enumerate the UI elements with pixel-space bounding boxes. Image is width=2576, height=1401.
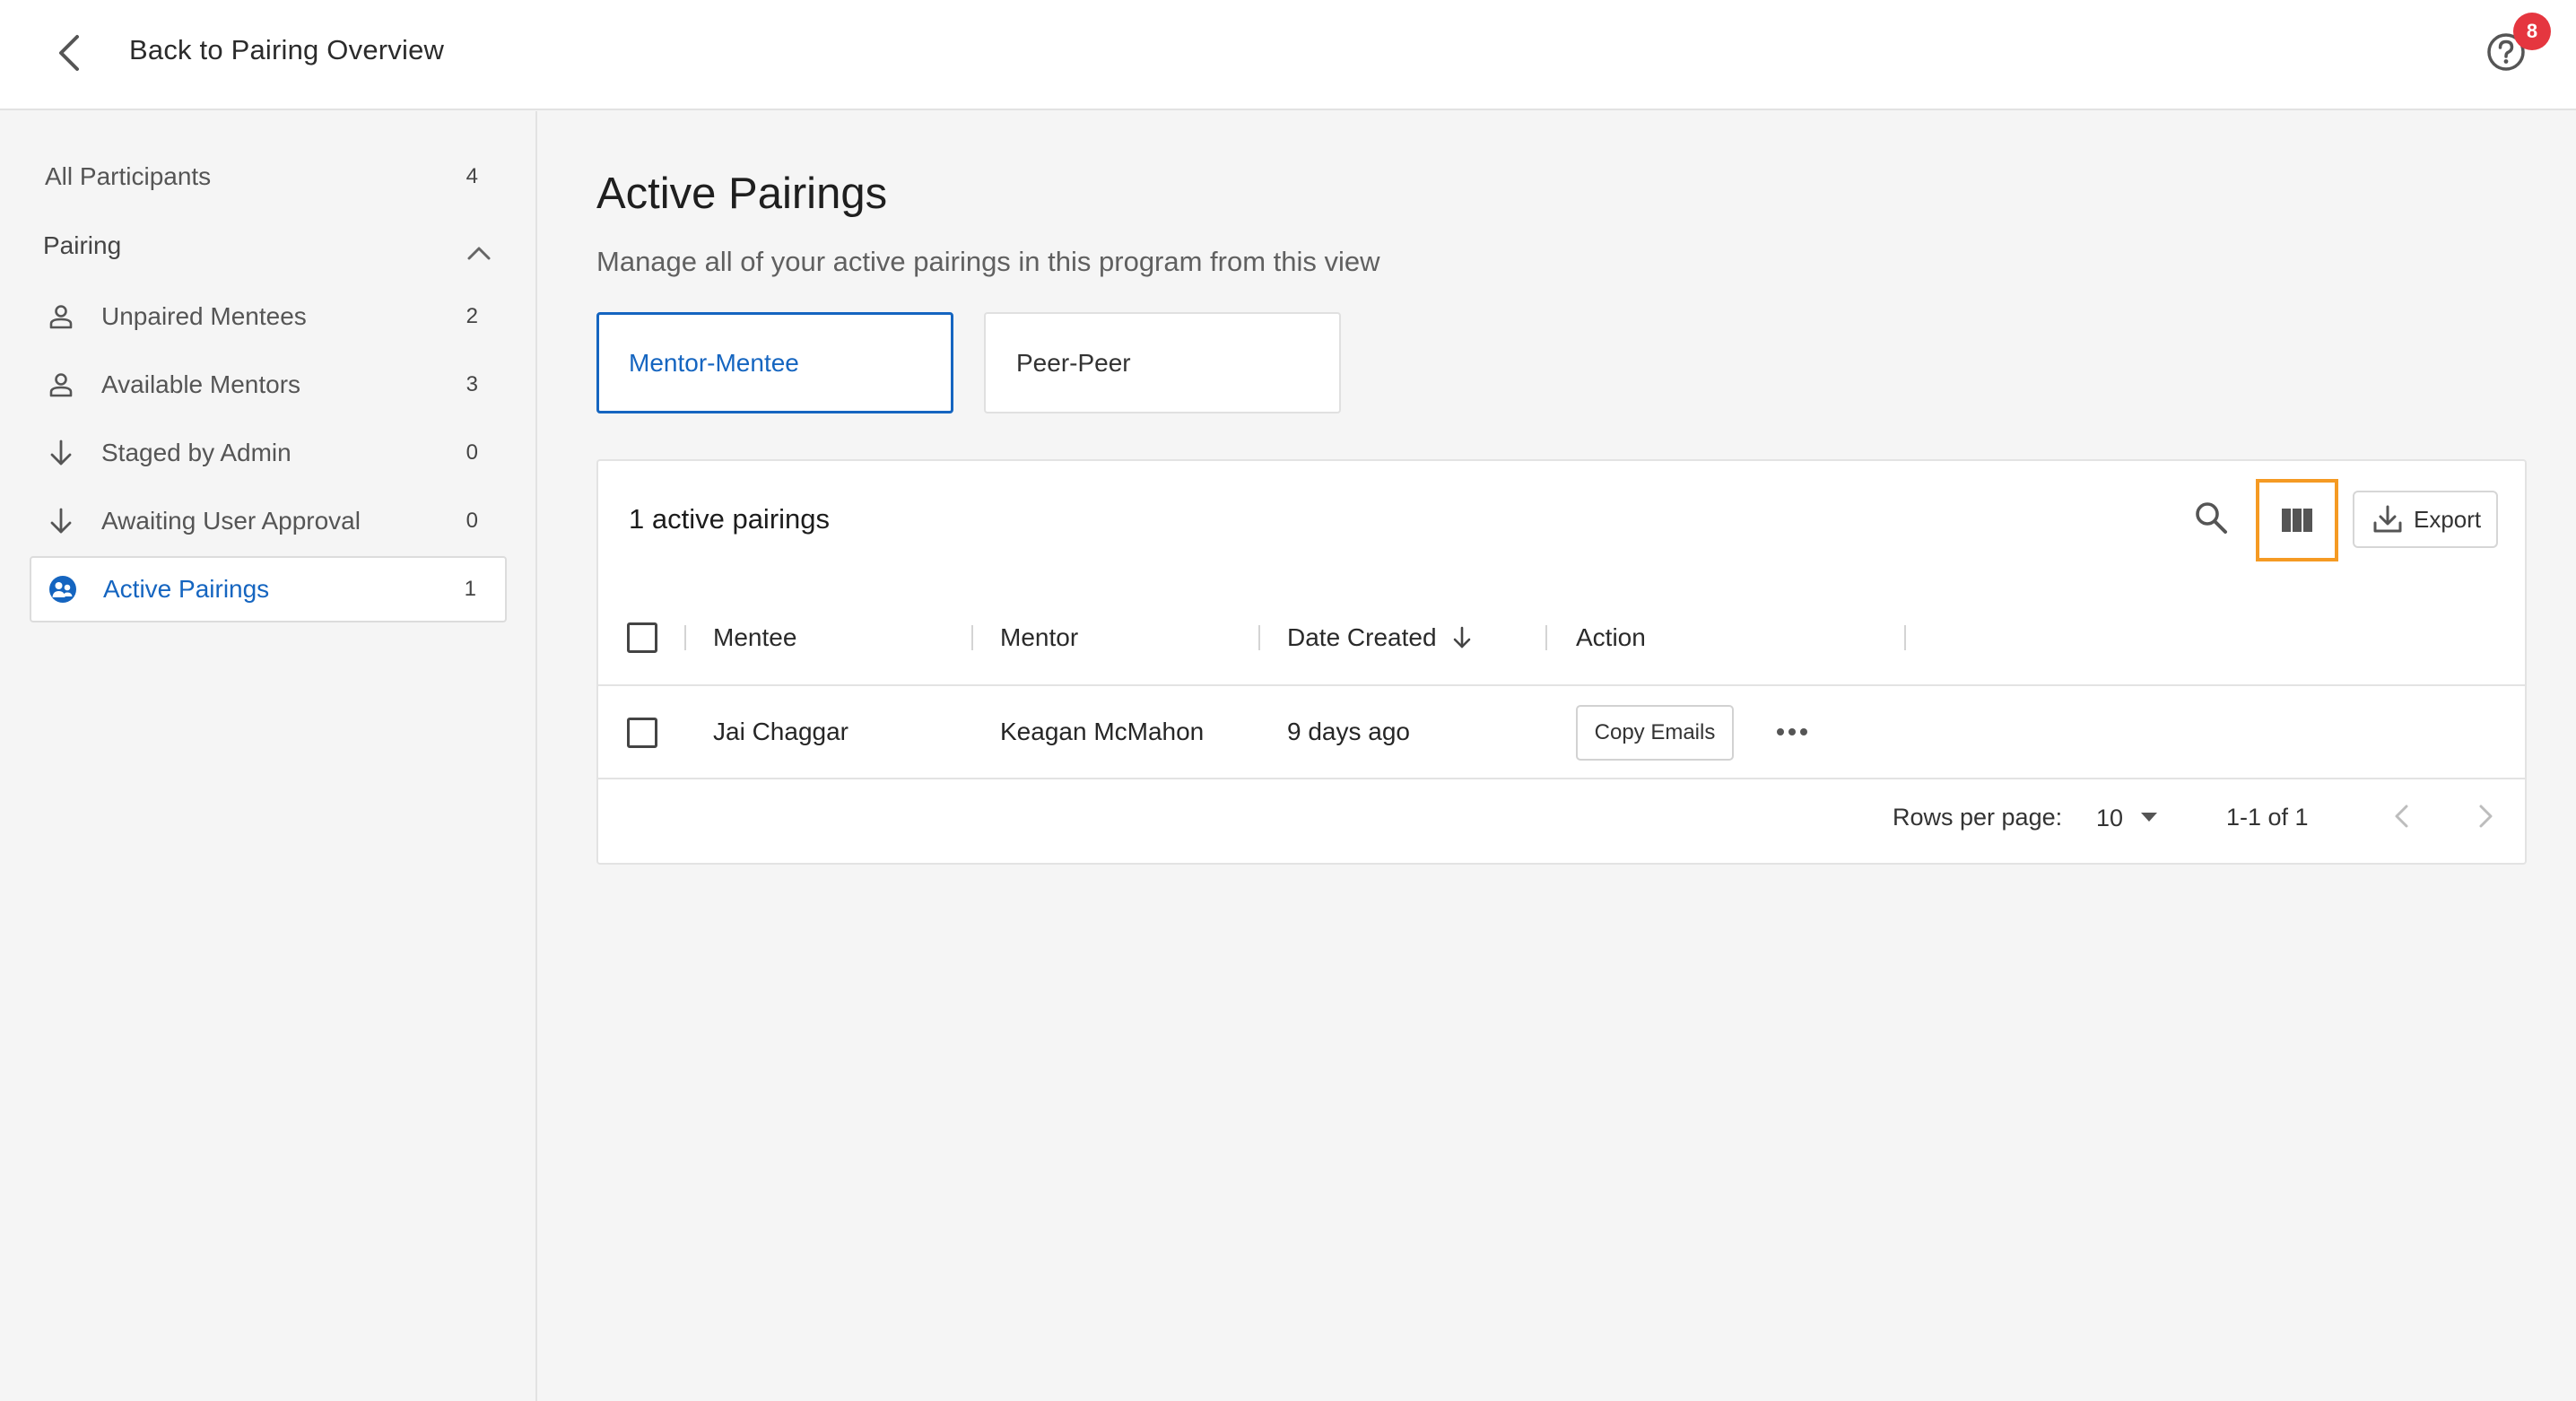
cell-date-created: 9 days ago: [1287, 718, 1410, 745]
export-button[interactable]: Export: [2353, 491, 2498, 548]
download-icon: [2373, 505, 2402, 533]
column-divider: [1904, 625, 1906, 650]
sidebar: All Participants 4 Pairing Unpaired Ment…: [0, 111, 537, 1401]
column-divider: [1545, 625, 1547, 650]
next-page-icon[interactable]: [2468, 798, 2504, 834]
more-options-icon[interactable]: [1770, 709, 1815, 754]
sidebar-item-label: Unpaired Mentees: [101, 302, 307, 330]
sidebar-item-staged-by-admin[interactable]: Staged by Admin 0: [30, 420, 507, 486]
column-header-mentee[interactable]: Mentee: [713, 623, 796, 652]
pagination-range: 1-1 of 1: [2226, 804, 2309, 831]
cell-mentee[interactable]: Jai Chaggar: [713, 718, 849, 746]
page-subtitle: Manage all of your active pairings in th…: [596, 246, 1380, 277]
rows-per-page-value: 10: [2096, 804, 2124, 831]
column-divider: [971, 625, 973, 650]
top-bar: Back to Pairing Overview 8: [0, 0, 2576, 110]
back-to-pairing-overview-link[interactable]: Back to Pairing Overview: [129, 34, 444, 66]
notification-badge: 8: [2513, 13, 2551, 50]
sidebar-item-unpaired-mentees[interactable]: Unpaired Mentees 2: [30, 283, 507, 350]
table-row: Jai Chaggar Keagan McMahon 9 days ago Co…: [598, 686, 2525, 779]
arrow-down-icon: [45, 505, 77, 537]
table-title: 1 active pairings: [629, 503, 831, 535]
arrow-down-icon: [45, 437, 77, 469]
row-checkbox[interactable]: [627, 718, 657, 748]
rows-per-page-select[interactable]: 10: [2096, 800, 2168, 836]
previous-page-icon[interactable]: [2383, 798, 2419, 834]
rows-per-page-label: Rows per page:: [1893, 804, 2063, 831]
sidebar-item-count: 3: [466, 372, 478, 396]
sidebar-section-pairing[interactable]: Pairing: [43, 231, 492, 276]
caret-down-icon: [2141, 813, 2157, 822]
sidebar-item-label: All Participants: [45, 162, 212, 190]
sidebar-item-label: Staged by Admin: [101, 439, 292, 466]
search-icon[interactable]: [2186, 492, 2236, 543]
pairings-table-card: 1 active pairings Export Mentee Mentor D…: [596, 459, 2527, 865]
sidebar-item-count: 0: [466, 440, 478, 465]
sidebar-item-count: 4: [466, 164, 478, 188]
column-header-action: Action: [1576, 623, 1646, 651]
tab-peer-peer[interactable]: Peer-Peer: [984, 312, 1341, 413]
sidebar-item-count: 0: [466, 509, 478, 533]
sidebar-item-label: Awaiting User Approval: [101, 507, 361, 535]
sidebar-item-available-mentors[interactable]: Available Mentors 3: [30, 352, 507, 418]
back-arrow-icon[interactable]: [47, 27, 91, 79]
select-all-checkbox[interactable]: [627, 622, 657, 653]
table-header: Mentee Mentor Date Created Action: [598, 591, 2525, 686]
cell-mentor[interactable]: Keagan McMahon: [1000, 718, 1204, 746]
copy-emails-button[interactable]: Copy Emails: [1576, 705, 1734, 761]
person-icon: [45, 300, 77, 333]
column-divider: [1258, 625, 1260, 650]
tab-mentor-mentee[interactable]: Mentor-Mentee: [596, 312, 953, 413]
chevron-up-icon[interactable]: [466, 239, 492, 267]
column-header-mentor[interactable]: Mentor: [1000, 623, 1078, 652]
sidebar-item-count: 1: [464, 577, 476, 601]
sidebar-item-all-participants[interactable]: All Participants 4: [30, 144, 507, 210]
sidebar-item-label: Available Mentors: [101, 370, 301, 398]
column-divider: [684, 625, 686, 650]
person-icon: [45, 369, 77, 401]
sidebar-section-label: Pairing: [43, 231, 122, 259]
sidebar-item-count: 2: [466, 304, 478, 328]
columns-icon[interactable]: [2256, 479, 2338, 561]
sidebar-item-awaiting-user-approval[interactable]: Awaiting User Approval 0: [30, 488, 507, 554]
column-header-label: Date Created: [1287, 623, 1437, 651]
sidebar-item-label: Active Pairings: [103, 575, 270, 603]
column-header-date-created[interactable]: Date Created: [1287, 623, 1474, 652]
sidebar-item-active-pairings[interactable]: Active Pairings 1: [30, 556, 507, 622]
sort-descending-icon[interactable]: [1450, 625, 1474, 650]
pairing-icon: [47, 573, 79, 605]
export-label: Export: [2414, 505, 2482, 533]
page-title: Active Pairings: [596, 170, 888, 218]
